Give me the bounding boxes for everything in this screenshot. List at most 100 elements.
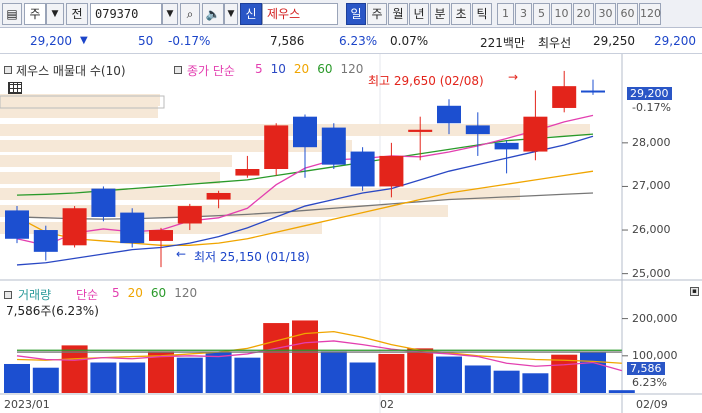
current-price: 29,200 <box>30 34 72 48</box>
interval-tab-0[interactable]: 1 <box>497 3 514 25</box>
volume-ma-period-5: 5 <box>112 286 120 300</box>
price-tick-label: 28,000 <box>632 135 671 149</box>
volume-bar <box>464 365 491 393</box>
high-arrow-icon: → <box>508 70 519 84</box>
market-dropdown-icon[interactable]: ▼ <box>46 3 64 25</box>
high-price-label: 최고 29,650 (02/08) <box>368 74 484 88</box>
volume-panel-close-icon[interactable]: ▪ <box>690 287 699 296</box>
candle-body <box>149 230 173 241</box>
volume-bar <box>320 351 347 393</box>
turnover-pct: 6.23% <box>339 34 378 48</box>
volume-bar <box>493 370 520 393</box>
volume-info: 7,586주(6.23%) <box>6 304 99 318</box>
period-tab-1[interactable]: 주 <box>367 3 387 25</box>
interval-tab-4[interactable]: 20 <box>573 3 594 25</box>
x-label-last-date: 02/09 <box>636 398 668 411</box>
volume-profile-bar <box>0 172 220 184</box>
stock-chart[interactable] <box>0 54 702 413</box>
candle-body <box>120 212 145 244</box>
interval-tab-7[interactable]: 120 <box>639 3 661 25</box>
current-price-tag: 29,200 <box>627 87 672 100</box>
volume-bar <box>378 353 405 393</box>
candle-body <box>552 86 577 108</box>
ma-legend-checkbox[interactable] <box>174 66 182 74</box>
period-tab-6[interactable]: 틱 <box>472 3 492 25</box>
candle-body <box>494 142 519 150</box>
price-tick-label: 25,000 <box>632 266 671 280</box>
volume-tick-label: 200,000 <box>632 311 678 325</box>
ma-period-120: 120 <box>340 62 364 76</box>
volume-bar <box>436 356 462 393</box>
speaker-icon[interactable]: 🔈 <box>202 3 224 25</box>
low-arrow-icon: ← <box>176 247 187 261</box>
candle-body <box>33 230 58 252</box>
menu-icon[interactable]: ▤ <box>2 3 22 25</box>
grid-icon[interactable] <box>8 82 22 94</box>
code-input[interactable] <box>90 3 162 25</box>
period-tab-0[interactable]: 일 <box>346 3 366 25</box>
period-tab-4[interactable]: 분 <box>430 3 450 25</box>
volume-bar <box>349 362 376 393</box>
low-price-label: 최저 25,150 (01/18) <box>194 250 310 264</box>
x-label-jan: 2023/01 <box>4 398 50 411</box>
price-change-pct: -0.17% <box>168 34 211 48</box>
ma-period-5: 5 <box>255 62 263 76</box>
price-tick-label: 26,000 <box>632 223 671 237</box>
speaker-dropdown-icon[interactable]: ▼ <box>224 3 238 25</box>
ma-legend-label: 종가 단순 <box>187 64 235 78</box>
volume-ma-periods: 5 20 60 120 <box>112 286 205 300</box>
candle-body <box>523 116 548 152</box>
search-icon[interactable]: ⌕ <box>180 3 200 25</box>
candle-body <box>91 188 116 217</box>
volume-bar <box>205 352 232 393</box>
best-bid: 29,200 <box>654 34 696 48</box>
price-legend-checkbox[interactable] <box>4 66 12 74</box>
volume-bar <box>90 362 117 393</box>
volume-bar <box>119 362 146 393</box>
code-dropdown-icon[interactable]: ▼ <box>162 3 178 25</box>
interval-tab-1[interactable]: 3 <box>515 3 532 25</box>
candle-body <box>264 125 289 169</box>
volume-ma-period-20: 20 <box>127 286 143 300</box>
ma-period-60: 60 <box>317 62 333 76</box>
period-tab-2[interactable]: 월 <box>388 3 408 25</box>
x-label-feb: 02 <box>380 398 394 411</box>
best-ask-label: 최우선 <box>538 36 572 50</box>
volume-bar <box>292 320 318 393</box>
period-tab-3[interactable]: 년 <box>409 3 429 25</box>
candle-body <box>465 125 490 135</box>
candle-body <box>177 206 202 224</box>
current-volume-pct: 6.23% <box>632 376 667 389</box>
volume-bar <box>176 357 203 393</box>
volume-profile-bar <box>0 155 232 167</box>
candle-body <box>235 169 260 176</box>
interval-tab-5[interactable]: 30 <box>595 3 616 25</box>
ma-legend-periods: 5 10 20 60 120 <box>255 62 371 76</box>
volume-ratio: 0.07% <box>390 34 429 48</box>
candle-body <box>206 192 231 200</box>
candle-body <box>408 129 433 132</box>
volume-ma-label: 단순 <box>76 288 99 302</box>
candle-body <box>437 105 461 124</box>
candle-body <box>293 116 317 148</box>
candle-body <box>321 127 346 165</box>
volume-bar <box>263 323 290 393</box>
down-arrow-icon: ▼ <box>80 35 88 46</box>
volume-legend-checkbox[interactable] <box>4 291 12 299</box>
credit-badge: 신 <box>240 3 262 25</box>
price-legend-title: 제우스 매물대 수(10) <box>16 64 126 78</box>
volume-bar <box>580 352 606 393</box>
market-select[interactable]: 주 <box>24 3 46 25</box>
period-tab-5[interactable]: 초 <box>451 3 471 25</box>
candle-body <box>5 210 29 239</box>
volume-bar <box>234 357 261 393</box>
interval-tab-3[interactable]: 10 <box>551 3 572 25</box>
interval-tab-2[interactable]: 5 <box>533 3 550 25</box>
trade-amount: 221백만 <box>480 36 525 50</box>
ma-period-20: 20 <box>293 62 310 76</box>
interval-tab-6[interactable]: 60 <box>617 3 638 25</box>
volume-bar <box>608 390 635 393</box>
price-change: 50 <box>138 34 154 48</box>
prev-button[interactable]: 전 <box>66 3 88 25</box>
volume-bar <box>32 367 59 393</box>
